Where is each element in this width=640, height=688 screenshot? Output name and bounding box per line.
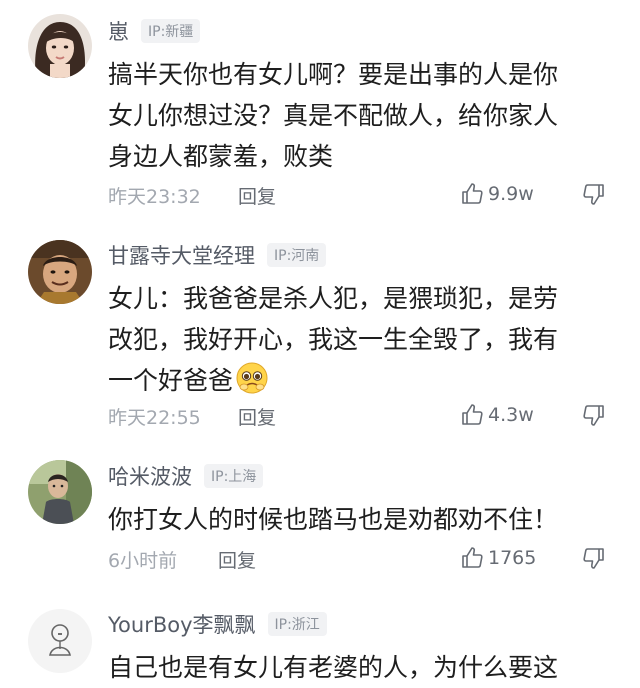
comment-text: 女儿：我爸爸是杀人犯，是猥琐犯，是劳 改犯，我好开心，我这一生全毁了，我有 一个… xyxy=(108,278,608,401)
comment-text-line: 身边人都蒙羞，败类 xyxy=(108,142,334,171)
avatar[interactable] xyxy=(28,460,92,524)
comment-text-segment: 一个好爸爸 xyxy=(108,366,234,395)
comment-item: 甘露寺大堂经理 IP:河南 女儿：我爸爸是杀人犯，是猥琐犯，是劳 改犯，我好开心… xyxy=(0,225,640,445)
pleading-face-emoji xyxy=(236,362,268,394)
thumbs-up-icon xyxy=(462,547,483,568)
thumbs-down-icon[interactable] xyxy=(582,403,606,427)
avatar[interactable] xyxy=(28,240,92,304)
comment-text-line: 搞半天你也有女儿啊？要是出事的人是你 xyxy=(108,60,559,89)
username[interactable]: 哈米波波 xyxy=(108,461,192,491)
reply-button[interactable]: 回复 xyxy=(218,546,256,573)
comment-item: YourBoy李飘飘 IP:浙江 自己也是有女儿有老婆的人，为什么要这 xyxy=(0,595,640,682)
thumbs-up-icon xyxy=(462,404,483,425)
thumbs-up-icon xyxy=(462,183,483,204)
ip-location-badge: IP:新疆 xyxy=(141,19,201,43)
ip-location-badge: IP:上海 xyxy=(204,464,264,488)
comment-text-line: 一个好爸爸 xyxy=(108,360,608,401)
like-button[interactable]: 1765 xyxy=(460,546,536,570)
ip-location-badge: IP:浙江 xyxy=(267,612,327,636)
comment-time: 6小时前 xyxy=(108,550,178,572)
like-count: 9.9w xyxy=(488,183,534,205)
comment-text: 搞半天你也有女儿啊？要是出事的人是你 女儿你想过没？真是不配做人，给你家人 身边… xyxy=(108,54,608,177)
comment-time: 昨天22:55 xyxy=(108,407,201,429)
avatar[interactable] xyxy=(28,14,92,78)
username[interactable]: YourBoy李飘飘 xyxy=(108,609,256,639)
comment-time: 昨天23:32 xyxy=(108,186,201,208)
reply-button[interactable]: 回复 xyxy=(238,182,276,209)
like-count: 4.3w xyxy=(488,404,534,426)
comment-text: 你打女人的时候也踏马也是劝都劝不住！ xyxy=(108,499,608,540)
avatar[interactable] xyxy=(28,609,92,673)
comment-item: 崽 IP:新疆 搞半天你也有女儿啊？要是出事的人是你 女儿你想过没？真是不配做人… xyxy=(0,0,640,225)
username[interactable]: 崽 xyxy=(108,16,129,46)
comment-text-line: 女儿：我爸爸是杀人犯，是猥琐犯，是劳 xyxy=(108,284,559,313)
like-button[interactable]: 4.3w xyxy=(460,403,534,427)
like-button[interactable]: 9.9w xyxy=(460,182,534,206)
comment-text: 自己也是有女儿有老婆的人，为什么要这 xyxy=(108,647,608,688)
thumbs-down-icon[interactable] xyxy=(582,546,606,570)
reply-button[interactable]: 回复 xyxy=(238,403,276,430)
ip-location-badge: IP:河南 xyxy=(267,243,327,267)
like-count: 1765 xyxy=(488,547,537,569)
comment-text-line: 女儿你想过没？真是不配做人，给你家人 xyxy=(108,101,559,130)
username[interactable]: 甘露寺大堂经理 xyxy=(108,240,255,270)
thumbs-down-icon[interactable] xyxy=(582,182,606,206)
comment-text-line: 你打女人的时候也踏马也是劝都劝不住！ xyxy=(108,505,559,534)
comment-text-line: 改犯，我好开心，我这一生全毁了，我有 xyxy=(108,325,559,354)
comment-item: 哈米波波 IP:上海 你打女人的时候也踏马也是劝都劝不住！ 6小时前 回复 17… xyxy=(0,445,640,595)
comment-text-line: 自己也是有女儿有老婆的人，为什么要这 xyxy=(108,653,559,682)
